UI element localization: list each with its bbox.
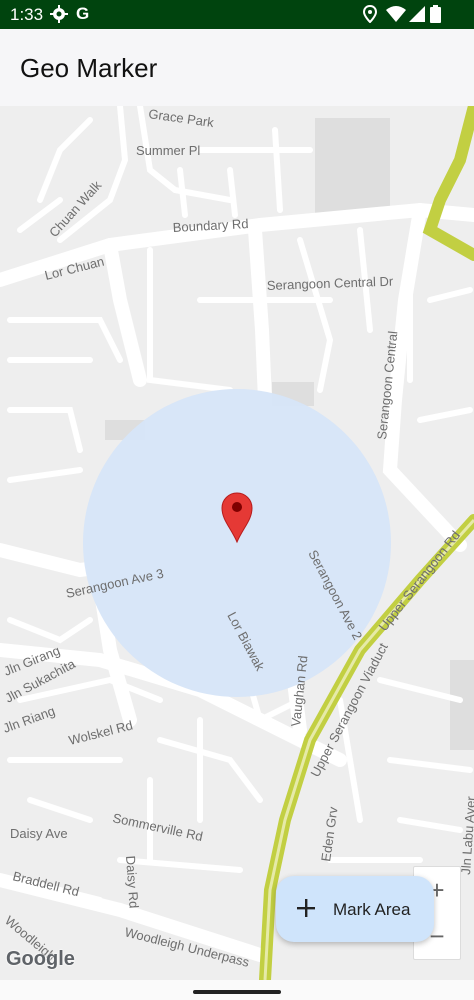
map-canvas[interactable]: Grace Park Summer Pl Chuan Walk Boundary… bbox=[0, 106, 474, 980]
label-serangoon-central-dr: Serangoon Central Dr bbox=[267, 274, 395, 293]
mark-area-button[interactable]: Mark Area bbox=[276, 876, 434, 942]
signal-icon bbox=[409, 5, 425, 28]
status-time: 1:33 bbox=[10, 5, 44, 24]
wifi-icon bbox=[386, 5, 406, 28]
google-icon: G bbox=[76, 4, 90, 23]
settings-icon bbox=[50, 5, 68, 28]
label-jln-labu-ayer: Jln Labu Ayer bbox=[458, 795, 474, 875]
label-daisy-rd: Daisy Rd bbox=[123, 855, 142, 909]
battery-icon bbox=[430, 5, 441, 28]
navigation-bar bbox=[0, 980, 474, 1000]
label-jln-riang: Jln Riang bbox=[1, 703, 57, 736]
mark-area-label: Mark Area bbox=[333, 900, 411, 919]
status-bar: 1:33 G bbox=[0, 0, 474, 29]
page-title: Geo Marker bbox=[20, 53, 158, 83]
label-daisy-ave: Daisy Ave bbox=[10, 826, 68, 841]
plus-icon bbox=[294, 896, 318, 920]
location-icon bbox=[362, 4, 378, 28]
home-gesture-handle[interactable] bbox=[193, 990, 281, 994]
label-grace-park: Grace Park bbox=[148, 106, 216, 130]
google-logo: Google bbox=[6, 948, 75, 970]
label-sommerville-rd: Sommerville Rd bbox=[111, 810, 204, 844]
label-wolskel-rd: Wolskel Rd bbox=[67, 718, 134, 748]
label-eden-grv: Eden Grv bbox=[318, 805, 341, 862]
app-bar: Geo Marker bbox=[0, 29, 474, 106]
label-summer-pl: Summer Pl bbox=[136, 143, 200, 158]
map-view[interactable]: Grace Park Summer Pl Chuan Walk Boundary… bbox=[0, 106, 474, 980]
